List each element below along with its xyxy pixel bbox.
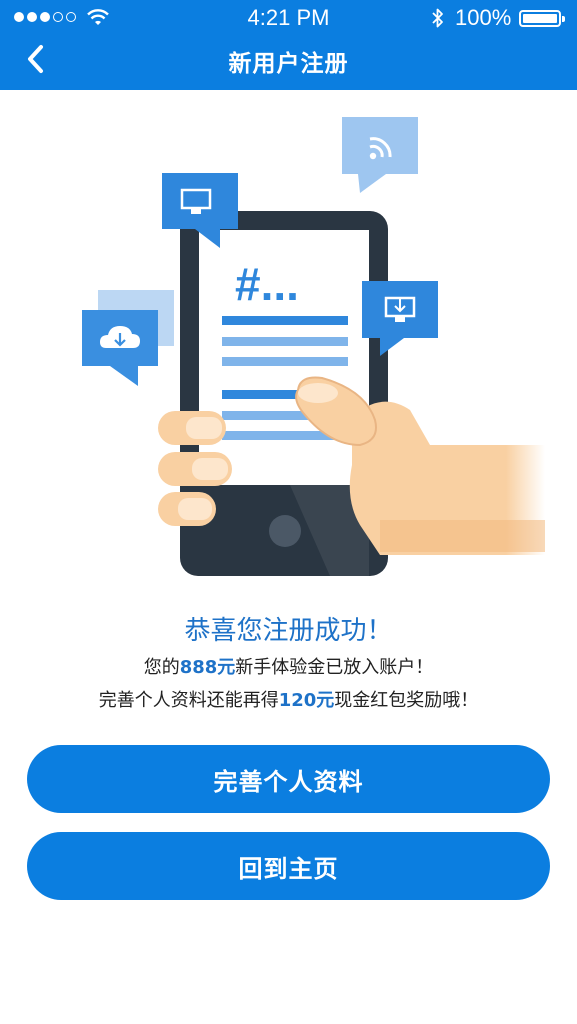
bluetooth-icon xyxy=(432,8,443,28)
back-home-button[interactable]: 回到主页 xyxy=(27,832,550,900)
cloud-download-icon xyxy=(82,310,158,386)
status-bar: 4:21 PM 100% xyxy=(0,0,577,36)
top-bar: 4:21 PM 100% 新用户注册 xyxy=(0,0,577,90)
battery-icon xyxy=(519,10,565,27)
bonus-message: 您的888元新手体验金已放入账户！ xyxy=(143,657,434,678)
phone-home-button xyxy=(269,515,301,547)
bonus-amount: 888元 xyxy=(179,657,236,678)
rss-icon xyxy=(342,117,418,193)
success-title: 恭喜您注册成功！ xyxy=(184,616,393,646)
profile-reward-message: 完善个人资料还能再得120元现金红包奖励哦！ xyxy=(98,690,479,711)
battery-percent: 100% xyxy=(455,5,512,30)
registration-illustration: #... xyxy=(82,117,545,576)
reward-amount: 120元 xyxy=(278,690,335,711)
complete-profile-button[interactable]: 完善个人资料 xyxy=(27,745,550,813)
screen-hash-text: #... xyxy=(235,258,299,310)
page-title: 新用户注册 xyxy=(228,51,349,77)
